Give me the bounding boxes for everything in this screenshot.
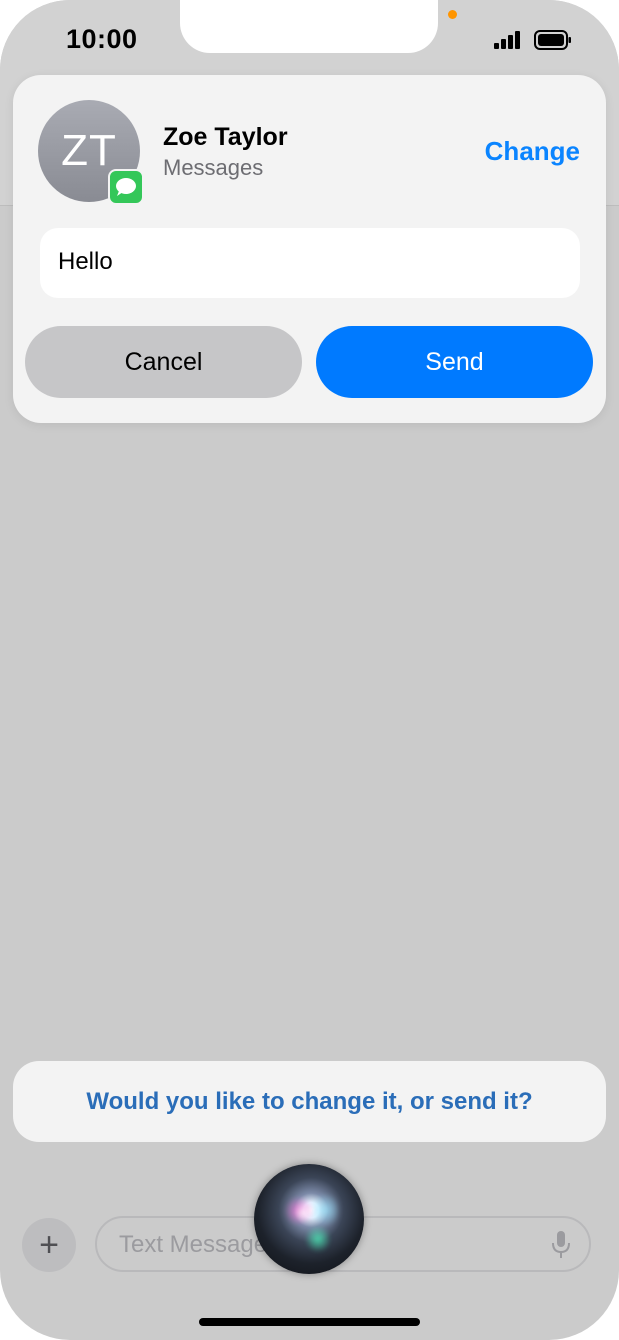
privacy-indicator-dot [448, 10, 457, 19]
status-time: 10:00 [66, 24, 138, 54]
change-recipient-button[interactable]: Change [485, 136, 580, 167]
microphone-icon[interactable] [551, 1230, 571, 1260]
messages-app-icon [108, 169, 144, 205]
send-message-card: ZT Zoe Taylor Messages Change Hello Canc… [13, 75, 606, 423]
contact-app-label: Messages [163, 155, 264, 180]
siri-orb-icon[interactable] [254, 1164, 364, 1274]
add-attachment-button[interactable]: + [22, 1218, 76, 1272]
home-indicator[interactable] [199, 1318, 420, 1326]
cancel-button[interactable]: Cancel [25, 326, 302, 398]
battery-icon [534, 30, 571, 50]
dynamic-notch [180, 0, 438, 53]
siri-prompt-text: Would you like to change it, or send it? [86, 1087, 533, 1115]
avatar-initials: ZT [61, 126, 117, 175]
send-button[interactable]: Send [316, 326, 593, 398]
message-text: Hello [58, 248, 113, 275]
siri-prompt-bubble: Would you like to change it, or send it? [13, 1061, 606, 1142]
contact-name: Zoe Taylor [163, 123, 288, 151]
cellular-signal-icon [494, 31, 524, 49]
phone-screen: 10:00 ZT Zoe Taylor Messages Change Hell… [0, 0, 619, 1340]
message-preview-field[interactable]: Hello [40, 228, 580, 298]
